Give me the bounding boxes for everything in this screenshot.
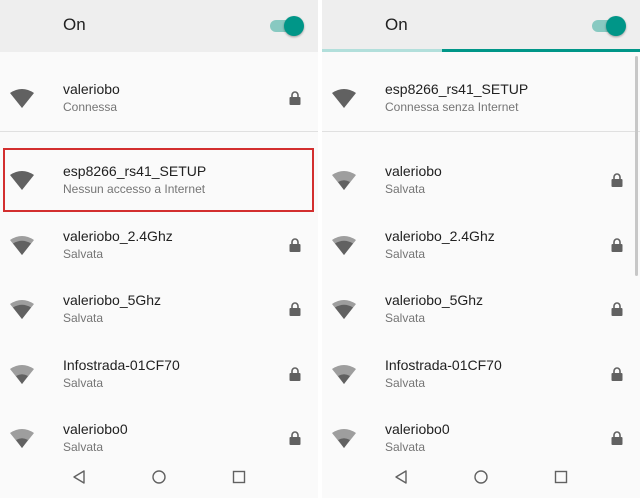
network-status: Connessa senza Internet — [385, 100, 519, 114]
wifi-list-panel-right: On esp8266_rs41_SETUP Connessa senza Int… — [322, 0, 640, 498]
network-row[interactable]: Infostrada-01CF70 Salvata — [0, 342, 318, 406]
wifi-signal-icon — [10, 236, 34, 255]
lock-icon — [611, 238, 623, 252]
navigation-bar — [0, 456, 318, 498]
network-status: Salvata — [63, 440, 104, 454]
network-status: Salvata — [385, 247, 426, 261]
lock-icon — [289, 238, 301, 252]
network-ssid: valeriobo_2.4Ghz — [385, 228, 495, 244]
network-status: Connessa — [63, 100, 118, 114]
network-row[interactable]: valeriobo_2.4Ghz Salvata — [322, 213, 640, 277]
network-ssid: Infostrada-01CF70 — [63, 357, 180, 373]
wifi-signal-icon — [10, 365, 34, 384]
network-ssid: valeriobo0 — [63, 421, 128, 437]
lock-icon — [289, 302, 301, 316]
divider — [322, 131, 640, 132]
lock-icon — [611, 173, 623, 187]
wifi-signal-icon — [10, 89, 34, 108]
wifi-signal-icon — [332, 89, 356, 108]
home-icon[interactable] — [472, 468, 490, 486]
lock-icon — [611, 367, 623, 381]
back-icon[interactable] — [70, 468, 88, 486]
network-ssid: valeriobo0 — [385, 421, 450, 437]
network-row[interactable]: Infostrada-01CF70 Salvata — [322, 342, 640, 406]
recents-icon[interactable] — [552, 468, 570, 486]
network-status: Salvata — [385, 376, 426, 390]
network-row[interactable]: valeriobo Salvata — [322, 148, 640, 212]
lock-icon — [289, 431, 301, 445]
wifi-signal-icon — [332, 365, 356, 384]
toggle-thumb — [606, 16, 626, 36]
network-ssid: esp8266_rs41_SETUP — [385, 81, 529, 97]
wifi-header: On — [0, 0, 318, 52]
network-ssid: valeriobo_5Ghz — [63, 292, 162, 308]
network-status: Salvata — [385, 440, 426, 454]
network-row[interactable]: valeriobo_2.4Ghz Salvata — [0, 213, 318, 277]
network-status: Salvata — [385, 311, 426, 325]
wifi-toggle[interactable] — [592, 16, 626, 36]
back-icon[interactable] — [392, 468, 410, 486]
wifi-signal-icon — [10, 429, 34, 448]
network-status: Salvata — [63, 376, 104, 390]
wifi-signal-icon — [332, 171, 356, 190]
lock-icon — [289, 367, 301, 381]
home-icon[interactable] — [150, 468, 168, 486]
network-status: Salvata — [63, 247, 104, 261]
wifi-signal-icon — [332, 236, 356, 255]
recents-icon[interactable] — [230, 468, 248, 486]
wifi-signal-icon — [332, 429, 356, 448]
network-ssid: Infostrada-01CF70 — [385, 357, 502, 373]
scan-progress-bar — [322, 49, 640, 52]
network-status: Salvata — [385, 182, 426, 196]
wifi-signal-icon — [332, 300, 356, 319]
network-row[interactable]: esp8266_rs41_SETUP Connessa senza Intern… — [322, 66, 640, 130]
network-row[interactable]: valeriobo_5Ghz Salvata — [0, 277, 318, 341]
network-ssid: valeriobo_5Ghz — [385, 292, 484, 308]
wifi-list-panel-left: On valeriobo Connessa esp8266_rs41_SETUP… — [0, 0, 318, 498]
wifi-header: On — [322, 0, 640, 52]
network-row[interactable]: valeriobo_5Ghz Salvata — [322, 277, 640, 341]
wifi-signal-icon — [10, 300, 34, 319]
wifi-toggle[interactable] — [270, 16, 304, 36]
network-ssid: valeriobo_2.4Ghz — [63, 228, 173, 244]
divider — [0, 131, 318, 132]
navigation-bar — [322, 456, 640, 498]
wifi-toggle-label: On — [385, 15, 408, 34]
lock-icon — [289, 91, 301, 105]
scan-progress-indicator — [442, 49, 640, 52]
scrollbar[interactable] — [635, 56, 638, 276]
wifi-toggle-label: On — [63, 15, 86, 34]
lock-icon — [611, 431, 623, 445]
network-ssid: valeriobo — [385, 163, 442, 179]
network-row[interactable]: valeriobo Connessa — [0, 66, 318, 130]
highlight-annotation — [3, 148, 314, 212]
network-status: Salvata — [63, 311, 104, 325]
toggle-thumb — [284, 16, 304, 36]
network-ssid: valeriobo — [63, 81, 120, 97]
lock-icon — [611, 302, 623, 316]
